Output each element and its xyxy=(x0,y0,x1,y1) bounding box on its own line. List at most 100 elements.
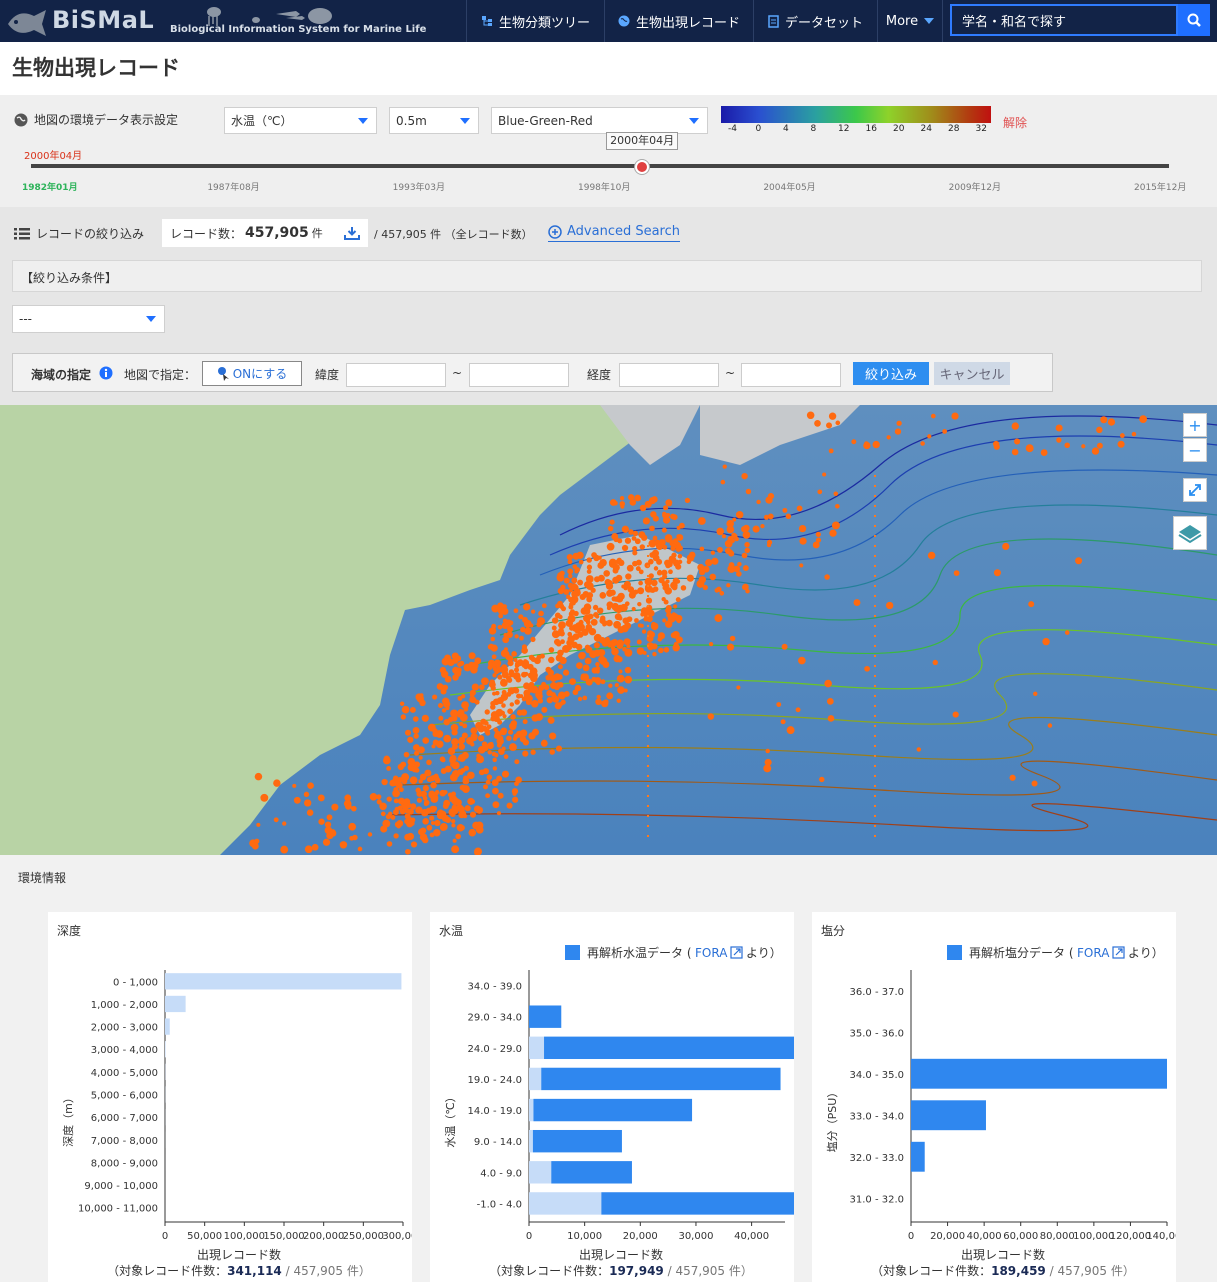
zoom-in-button[interactable]: + xyxy=(1183,413,1207,437)
x-tick-label: 20,000 xyxy=(623,1231,658,1242)
occurrence-point xyxy=(616,656,623,663)
species-search-input[interactable]: 学名・和名で探す xyxy=(950,4,1178,36)
occurrence-point xyxy=(556,745,563,752)
occurrence-point xyxy=(457,756,462,762)
occurrence-point xyxy=(556,573,565,582)
occurrence-point xyxy=(634,538,641,545)
bismal-logo[interactable]: BiSMaL Biological Information System for… xyxy=(4,2,426,40)
occurrence-point xyxy=(993,443,1000,450)
occurrence-point xyxy=(483,784,489,790)
occurrence-point xyxy=(430,821,435,826)
cancel-filter-button[interactable]: キャンセル xyxy=(934,362,1010,385)
occurrence-point xyxy=(485,779,491,785)
latitude-min-input[interactable] xyxy=(346,363,446,387)
layers-button[interactable] xyxy=(1173,516,1207,550)
remove-env-layer-link[interactable]: 解除 xyxy=(1003,114,1027,131)
occurrence-point xyxy=(475,825,484,834)
longitude-min-input[interactable] xyxy=(619,363,719,387)
time-slider-track[interactable] xyxy=(31,164,1169,168)
legend-link[interactable]: FORA xyxy=(695,946,728,960)
occurrence-point xyxy=(400,761,407,768)
occurrence-point xyxy=(490,716,496,722)
map-canvas[interactable] xyxy=(0,405,1217,855)
occurrence-point xyxy=(254,838,260,844)
download-icon[interactable] xyxy=(344,226,360,240)
x-tick-label: 250,000 xyxy=(343,1231,384,1242)
occurrence-point xyxy=(530,674,538,683)
nav-taxonomy-tree[interactable]: 生物分類ツリー xyxy=(466,0,604,42)
occurrence-point xyxy=(423,799,430,806)
occurrence-point xyxy=(457,709,465,717)
occurrence-point xyxy=(1028,601,1035,608)
occurrence-point xyxy=(450,818,456,824)
occurrence-map[interactable]: + − xyxy=(0,405,1217,855)
legend-link[interactable]: FORA xyxy=(1077,946,1110,960)
depth-select[interactable]: 0.5m xyxy=(389,107,479,134)
occurrence-point xyxy=(513,658,518,663)
occurrence-point xyxy=(612,567,619,574)
zoom-out-button[interactable]: − xyxy=(1183,438,1207,462)
occurrence-point xyxy=(675,563,682,570)
info-icon[interactable] xyxy=(99,366,113,380)
occurrence-point xyxy=(621,544,629,552)
occurrence-point xyxy=(593,642,600,649)
bar xyxy=(165,995,186,1013)
occurrence-point xyxy=(1009,774,1016,781)
nav-occurrence-records[interactable]: 生物出現レコード xyxy=(604,0,753,42)
occurrence-point xyxy=(451,804,458,811)
fullscreen-button[interactable] xyxy=(1183,478,1207,502)
y-axis-label: 深度（m） xyxy=(61,1092,75,1147)
occurrence-point xyxy=(468,799,473,805)
advanced-search-link[interactable]: Advanced Search xyxy=(548,224,681,242)
condition-select[interactable]: --- xyxy=(12,305,165,333)
occurrence-point xyxy=(864,665,870,672)
nav-datasets[interactable]: データセット xyxy=(753,0,877,42)
occurrence-point xyxy=(603,570,610,577)
occurrence-point xyxy=(649,552,656,558)
occurrence-point xyxy=(584,591,589,597)
occurrence-point xyxy=(405,848,411,855)
occurrence-point xyxy=(567,568,574,575)
occurrence-point xyxy=(434,819,441,827)
y-tick-label: 9.0 - 14.0 xyxy=(474,1137,522,1148)
occurrence-point xyxy=(610,645,616,651)
nav-more[interactable]: More xyxy=(877,0,943,42)
bar xyxy=(165,1041,166,1058)
occurrence-point xyxy=(628,529,634,535)
occurrence-point xyxy=(765,748,770,754)
colormap-select[interactable]: Blue-Green-Red xyxy=(491,107,708,134)
env-variable-select[interactable]: 水温（℃） xyxy=(224,107,377,134)
occurrence-point xyxy=(530,749,536,755)
occurrence-point xyxy=(600,615,606,621)
occurrence-point xyxy=(545,666,552,673)
occurrence-point xyxy=(480,718,487,725)
page-title: 生物出現レコード xyxy=(12,56,180,80)
apply-filter-button[interactable]: 絞り込み xyxy=(853,362,929,385)
map-select-on-button[interactable]: ONにする xyxy=(202,361,302,386)
occurrence-point xyxy=(817,489,823,495)
occurrence-point xyxy=(512,796,519,803)
y-tick-label: 19.0 - 24.0 xyxy=(468,1075,523,1086)
occurrence-point xyxy=(522,719,528,725)
occurrence-point xyxy=(514,781,519,787)
nav-datasets-label: データセット xyxy=(784,15,863,31)
occurrence-point xyxy=(576,662,583,669)
longitude-max-input[interactable] xyxy=(741,363,841,387)
occurrence-point xyxy=(752,525,760,533)
occurrence-point xyxy=(393,798,399,804)
search-button[interactable] xyxy=(1178,4,1210,36)
occurrence-point xyxy=(583,614,591,623)
occurrence-point xyxy=(410,841,418,848)
latitude-label: 緯度 xyxy=(315,368,340,382)
occurrence-point xyxy=(439,824,447,831)
latitude-max-input[interactable] xyxy=(469,363,569,387)
occurrence-point xyxy=(668,556,677,564)
bar xyxy=(165,973,402,990)
occurrence-point xyxy=(708,641,714,647)
occurrence-point xyxy=(528,681,535,688)
occurrence-point xyxy=(419,699,426,707)
occurrence-point xyxy=(648,631,655,638)
occurrence-point xyxy=(594,576,601,583)
time-slider-handle[interactable] xyxy=(635,160,650,174)
occurrence-point xyxy=(418,755,423,760)
